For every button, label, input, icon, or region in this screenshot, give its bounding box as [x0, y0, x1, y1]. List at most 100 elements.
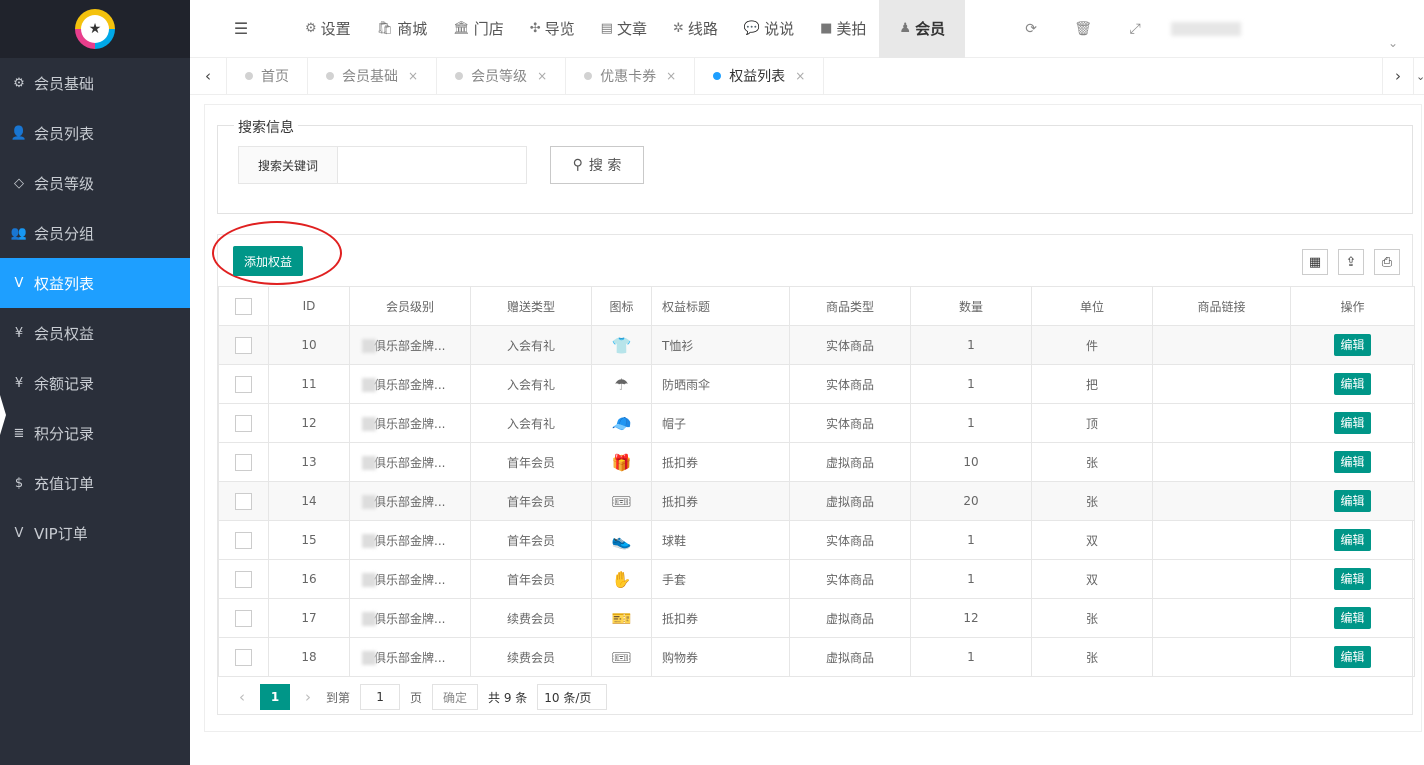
row-select-cell[interactable]: [218, 559, 269, 599]
topnav-item[interactable]: 🛍 商城: [364, 0, 441, 58]
row-select-cell[interactable]: [218, 637, 269, 677]
topnav-item[interactable]: ✲ 线路: [660, 0, 731, 58]
tab[interactable]: 首页: [227, 58, 308, 94]
edit-button[interactable]: 编辑: [1334, 373, 1371, 395]
cell-actions: 编辑: [1290, 403, 1415, 443]
sidebar-item[interactable]: ≣ 积分记录: [0, 408, 190, 458]
columns-icon[interactable]: ▦: [1302, 249, 1328, 275]
row-checkbox[interactable]: [235, 609, 252, 627]
close-icon[interactable]: ×: [795, 69, 805, 83]
cell-title: 球鞋: [651, 520, 790, 560]
cell-unit: 顶: [1031, 403, 1153, 443]
blurred-text: [362, 612, 376, 626]
tab-scroll-right-icon[interactable]: ›: [1382, 58, 1414, 94]
topnav-label: 门店: [473, 20, 504, 38]
edit-button[interactable]: 编辑: [1334, 412, 1371, 434]
print-icon[interactable]: ⎙: [1374, 249, 1400, 275]
prev-page-icon[interactable]: ‹: [232, 688, 252, 706]
goto-page-input[interactable]: 1: [360, 684, 401, 710]
close-icon[interactable]: ×: [408, 69, 418, 83]
edit-button[interactable]: 编辑: [1334, 334, 1371, 356]
search-button[interactable]: ⚲ 搜 索: [550, 146, 644, 184]
page-size-select[interactable]: 10 条/页: [537, 684, 608, 710]
sidebar-item[interactable]: 👤 会员列表: [0, 108, 190, 158]
next-page-icon[interactable]: ›: [298, 688, 318, 706]
cell-level: 俱乐部金牌...: [349, 559, 471, 599]
table-row: 11 俱乐部金牌... 入会有礼 ☂ 防晒雨伞 实体商品 1 把 编辑: [218, 364, 1415, 404]
tab-dot-icon: [245, 72, 253, 80]
topnav-item[interactable]: ▤ 文章: [588, 0, 660, 58]
row-select-cell[interactable]: [218, 520, 269, 560]
user-name-blurred[interactable]: [1171, 21, 1242, 36]
sidebar-item[interactable]: V VIP订单: [0, 508, 190, 558]
tab[interactable]: 权益列表 ×: [695, 58, 825, 94]
sidebar-item[interactable]: ⚙ 会员基础: [0, 58, 190, 108]
row-checkbox[interactable]: [235, 414, 252, 432]
select-all-checkbox[interactable]: [235, 297, 252, 315]
topnav-item[interactable]: ♟ 会员: [879, 0, 966, 58]
row-checkbox[interactable]: [235, 648, 252, 666]
trash-icon[interactable]: 🗑: [1057, 21, 1109, 37]
add-benefit-button[interactable]: 添加权益: [233, 246, 303, 276]
topnav-item[interactable]: 💬 说说: [731, 0, 807, 58]
current-page[interactable]: 1: [260, 684, 290, 710]
edit-button[interactable]: 编辑: [1334, 607, 1371, 629]
edit-button[interactable]: 编辑: [1334, 451, 1371, 473]
topnav-item[interactable]: ✣ 导览: [517, 0, 588, 58]
topnav-item[interactable]: ⚙ 设置: [292, 0, 364, 58]
row-checkbox[interactable]: [235, 531, 252, 549]
chevron-down-icon[interactable]: ⌄: [1388, 36, 1398, 50]
row-select-cell[interactable]: [218, 481, 269, 521]
row-select-cell[interactable]: [218, 442, 269, 482]
tab-menu-chevron-icon[interactable]: ⌄: [1414, 58, 1424, 94]
table-row: 12 俱乐部金牌... 入会有礼 🧢 帽子 实体商品 1 顶 编辑: [218, 403, 1415, 443]
users-icon: 👥: [10, 225, 28, 241]
close-icon[interactable]: ×: [666, 69, 676, 83]
sidebar-item[interactable]: $ 充值订单: [0, 458, 190, 508]
sidebar-item[interactable]: ◇ 会员等级: [0, 158, 190, 208]
benefit-icon: 🧢: [611, 413, 632, 433]
row-select-cell[interactable]: [218, 598, 269, 638]
sidebar-collapse-notch[interactable]: [0, 395, 6, 435]
row-checkbox[interactable]: [235, 570, 252, 588]
tab-list: 首页 会员基础 × 会员等级 × 优惠卡券 × 权益列表 ×: [227, 58, 825, 94]
edit-button[interactable]: 编辑: [1334, 490, 1371, 512]
export-icon[interactable]: ⇪: [1338, 249, 1364, 275]
topnav-item[interactable]: ■ 美拍: [807, 0, 879, 58]
row-checkbox[interactable]: [235, 336, 252, 354]
row-select-cell[interactable]: [218, 403, 269, 443]
cell-icon: ☂: [591, 364, 652, 404]
search-panel: 搜索信息 搜索关键词 ⚲ 搜 索: [217, 117, 1413, 214]
row-checkbox[interactable]: [235, 375, 252, 393]
header-unit: 单位: [1031, 286, 1153, 326]
close-icon[interactable]: ×: [537, 69, 547, 83]
fullscreen-icon[interactable]: ⤢: [1109, 21, 1161, 37]
row-select-cell[interactable]: [218, 364, 269, 404]
sidebar-item[interactable]: V 权益列表: [0, 258, 190, 308]
topnav-icon: ✣: [529, 21, 541, 36]
row-checkbox[interactable]: [235, 492, 252, 510]
sidebar-item[interactable]: ¥ 会员权益: [0, 308, 190, 358]
tab[interactable]: 会员基础 ×: [308, 58, 438, 94]
edit-button[interactable]: 编辑: [1334, 529, 1371, 551]
sidebar-item[interactable]: 👥 会员分组: [0, 208, 190, 258]
goto-confirm-button[interactable]: 确定: [432, 684, 479, 710]
row-select-cell[interactable]: [218, 325, 269, 365]
select-all-cell[interactable]: [218, 286, 269, 326]
refresh-icon[interactable]: ⟳: [1005, 21, 1057, 37]
sidebar-item-label: 权益列表: [34, 274, 95, 293]
edit-button[interactable]: 编辑: [1334, 568, 1371, 590]
menu-toggle-icon[interactable]: ☰: [190, 0, 292, 58]
edit-button[interactable]: 编辑: [1334, 646, 1371, 668]
app-logo[interactable]: ★: [75, 9, 115, 49]
tab[interactable]: 会员等级 ×: [437, 58, 567, 94]
blurred-text: [362, 378, 376, 392]
cell-level: 俱乐部金牌...: [349, 520, 471, 560]
header-qty: 数量: [910, 286, 1032, 326]
row-checkbox[interactable]: [235, 453, 252, 471]
keyword-input[interactable]: [337, 146, 527, 184]
topnav-item[interactable]: 🏛 门店: [440, 0, 517, 58]
tab-scroll-left-icon[interactable]: ‹: [190, 58, 227, 94]
sidebar-item[interactable]: ¥ 余额记录: [0, 358, 190, 408]
tab[interactable]: 优惠卡券 ×: [566, 58, 696, 94]
